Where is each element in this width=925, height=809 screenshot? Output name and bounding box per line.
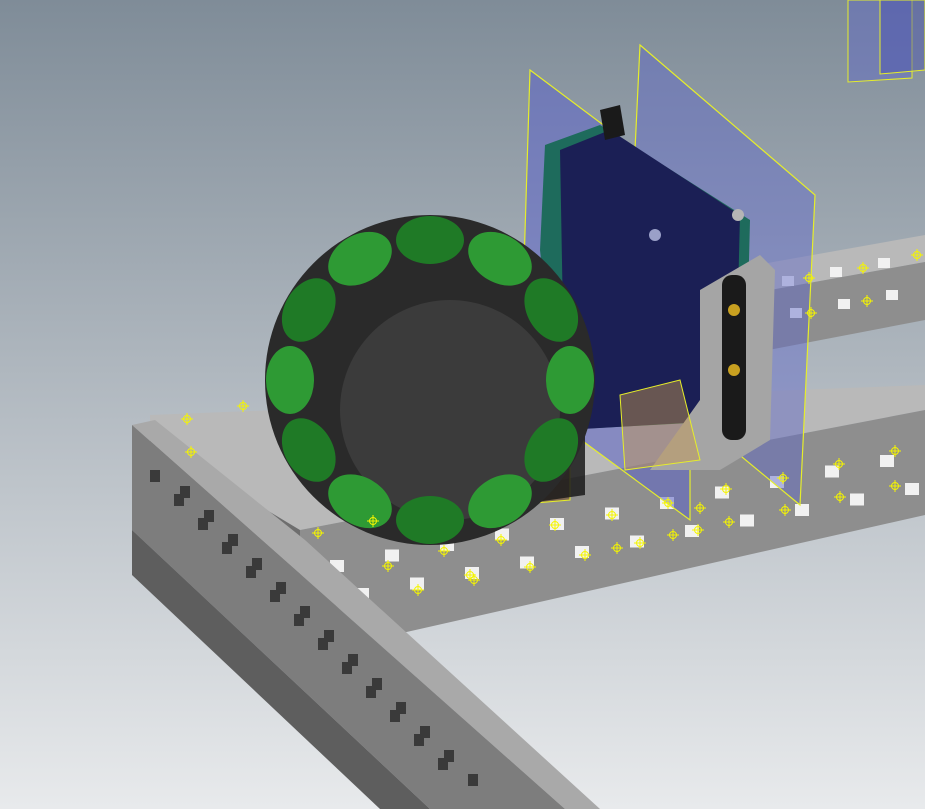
cad-viewport[interactable] [0, 0, 925, 809]
channel-hole [438, 758, 448, 770]
channel-hole [174, 494, 184, 506]
channel-hole [342, 662, 352, 674]
channel-hole [468, 774, 478, 786]
work-plane-top-right[interactable] [847, 0, 925, 83]
channel-hole [886, 290, 898, 300]
channel-hole [830, 267, 842, 277]
channel-hole [385, 549, 399, 562]
cad-3d-scene[interactable] [0, 0, 925, 809]
roller [266, 346, 314, 414]
channel-hole [878, 258, 890, 268]
roller [396, 216, 464, 264]
channel-hole [294, 614, 304, 626]
channel-hole [905, 483, 919, 495]
channel-hole [880, 455, 894, 467]
channel-hole [795, 504, 809, 516]
channel-hole [740, 514, 754, 527]
channel-hole [222, 542, 232, 554]
bolt-icon [728, 304, 740, 316]
channel-hole [318, 638, 328, 650]
channel-hole [198, 518, 208, 530]
channel-hole [850, 493, 864, 506]
channel-hole [390, 710, 400, 722]
channel-hole [150, 470, 160, 482]
channel-hole [246, 566, 256, 578]
channel-hole [838, 299, 850, 309]
roller [546, 346, 594, 414]
bolt-icon [728, 364, 740, 376]
channel-hole [366, 686, 376, 698]
omni-wheel[interactable] [265, 215, 595, 545]
channel-hole [414, 734, 424, 746]
channel-hole [270, 590, 280, 602]
screw-icon [732, 209, 744, 221]
roller [396, 496, 464, 544]
channel-hole [410, 577, 424, 590]
screw-icon [649, 229, 661, 241]
